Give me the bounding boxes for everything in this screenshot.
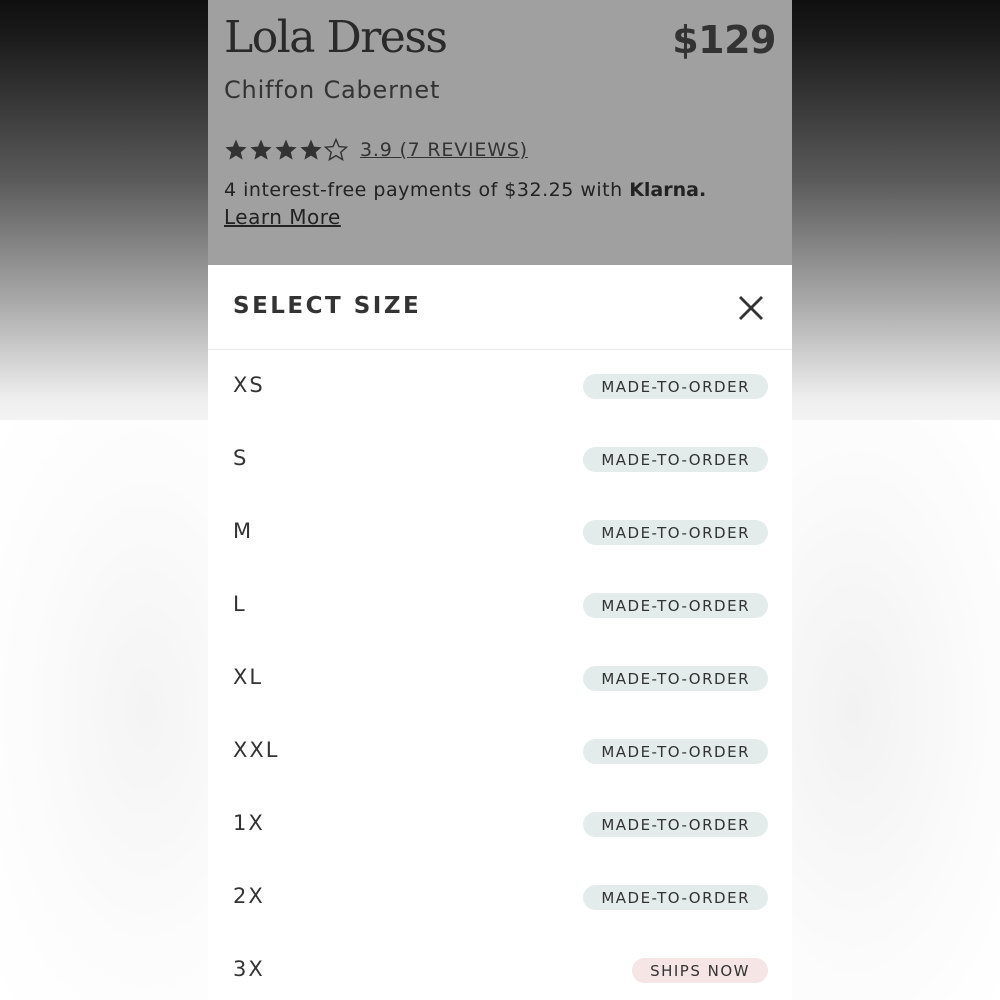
star-full-icon — [250, 139, 272, 160]
sheet-header: SELECT SIZE — [208, 265, 792, 350]
product-info-overlay: Lola Dress $129 Chiffon Cabernet 3.9 (7 … — [208, 0, 792, 265]
size-option-l[interactable]: L MADE-TO-ORDER — [208, 569, 792, 642]
star-full-icon — [225, 139, 247, 160]
reviews-link[interactable]: 3.9 (7 REVIEWS) — [360, 139, 528, 161]
star-full-icon — [300, 139, 322, 160]
status-badge: MADE-TO-ORDER — [583, 374, 768, 399]
size-option-s[interactable]: S MADE-TO-ORDER — [208, 423, 792, 496]
close-icon — [739, 296, 763, 320]
status-badge: MADE-TO-ORDER — [583, 666, 768, 691]
product-price: $129 — [672, 18, 776, 62]
size-option-1x[interactable]: 1X MADE-TO-ORDER — [208, 788, 792, 861]
size-option-2x[interactable]: 2X MADE-TO-ORDER — [208, 861, 792, 934]
background-blur-left — [0, 420, 208, 1000]
rating-row: 3.9 (7 REVIEWS) — [224, 136, 528, 164]
size-label: L — [233, 592, 247, 616]
size-label: XXL — [233, 738, 280, 762]
status-badge: MADE-TO-ORDER — [583, 885, 768, 910]
star-rating — [224, 138, 348, 162]
size-option-xl[interactable]: XL MADE-TO-ORDER — [208, 642, 792, 715]
status-badge: MADE-TO-ORDER — [583, 593, 768, 618]
size-option-xs[interactable]: XS MADE-TO-ORDER — [208, 350, 792, 423]
status-badge: MADE-TO-ORDER — [583, 739, 768, 764]
status-badge: MADE-TO-ORDER — [583, 812, 768, 837]
size-label: XL — [233, 665, 264, 689]
size-option-m[interactable]: M MADE-TO-ORDER — [208, 496, 792, 569]
size-label: 1X — [233, 811, 265, 835]
size-label: XS — [233, 373, 265, 397]
klarna-payments-text: 4 interest-free payments of $32.25 with … — [224, 179, 706, 201]
close-button[interactable] — [734, 291, 768, 325]
payments-text: 4 interest-free payments of $32.25 with — [224, 179, 630, 201]
sheet-title: SELECT SIZE — [233, 293, 422, 319]
size-select-sheet: SELECT SIZE XS MADE-TO-ORDER S MADE-TO-O… — [208, 265, 792, 1000]
size-label: 2X — [233, 884, 265, 908]
product-variant: Chiffon Cabernet — [224, 76, 441, 104]
status-badge: SHIPS NOW — [632, 958, 768, 983]
learn-more-link[interactable]: Learn More — [224, 205, 341, 229]
product-title: Lola Dress — [224, 12, 448, 63]
size-option-xxl[interactable]: XXL MADE-TO-ORDER — [208, 715, 792, 788]
size-label: M — [233, 519, 254, 543]
background-blur-right — [792, 420, 1000, 1000]
star-empty-icon — [324, 138, 348, 162]
klarna-logo: Klarna. — [629, 179, 707, 201]
phone-screen: Lola Dress $129 Chiffon Cabernet 3.9 (7 … — [208, 0, 792, 1000]
size-label: S — [233, 446, 249, 470]
status-badge: MADE-TO-ORDER — [583, 520, 768, 545]
size-option-3x[interactable]: 3X SHIPS NOW — [208, 934, 792, 1000]
size-label: 3X — [233, 957, 265, 981]
star-full-icon — [275, 139, 297, 160]
status-badge: MADE-TO-ORDER — [583, 447, 768, 472]
